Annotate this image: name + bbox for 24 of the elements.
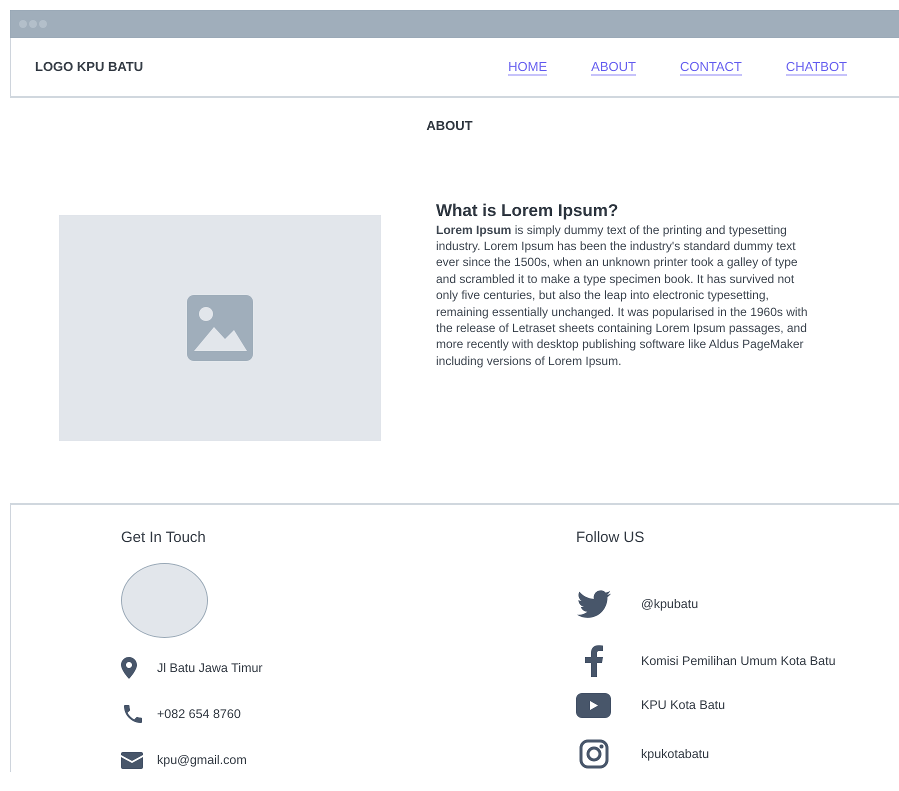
camera-icon [578, 739, 608, 769]
page-title: ABOUT [426, 117, 473, 135]
f-letter-icon [584, 645, 602, 677]
nav-link[interactable]: ABOUT [591, 58, 636, 76]
contact-text: kpu@gmail.com [157, 752, 247, 769]
nav-link[interactable]: HOME [508, 58, 548, 76]
article-heading: What is Lorem Ipsum? [436, 200, 620, 222]
contact-text: Jl Batu Jawa Timur [157, 660, 263, 677]
bird-icon [576, 590, 610, 618]
nav-link[interactable]: CONTACT [680, 58, 742, 76]
logo-text: LOGO KPU BATU [35, 58, 144, 76]
play-button-icon [576, 692, 611, 718]
nav-link[interactable]: CHATBOT [786, 58, 847, 76]
social-link[interactable]: @kpubatu [641, 594, 698, 614]
section-title: Follow US [576, 528, 646, 548]
social-link[interactable]: Komisi Pemilihan Umum Kota Batu [641, 652, 836, 670]
social-link[interactable]: KPU Kota Batu [641, 696, 726, 714]
contact-text: +082 654 8760 [157, 706, 241, 723]
article-text: Lorem Ipsum is simply dummy text of the printing and typesetting industry. Lorem Ipsum has been the industry's standard dummy text ever since the 1500s, when an unknown printer took a galley of type and scrambled it to make a type specimen book. It has survived not only five centuries, but also the leap into electronic typesetting, remaining essentially unchanged. It was popularised in the 1960s with the release of Letraset sheets containing Lorem Ipsum passages, and more recently with desktop publishing software like Aldus PageMaker including versions of Lorem Ipsum. [436, 222, 808, 370]
social-link[interactable]: kpukotabatu [641, 744, 710, 764]
envelope-icon [121, 752, 143, 768]
location-pin-icon [121, 657, 137, 679]
section-title: Get In Touch [121, 528, 207, 548]
phone-icon [121, 702, 145, 726]
